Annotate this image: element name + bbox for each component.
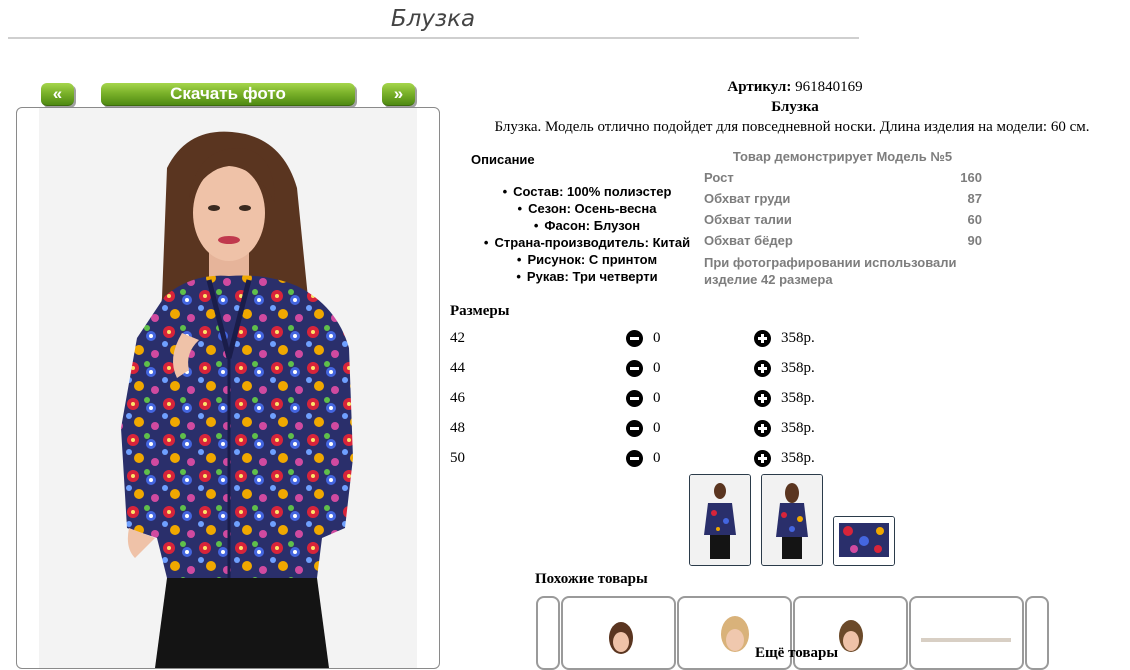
next-photo-button[interactable]: » (382, 83, 415, 106)
similar-products-heading: Похожие товары (535, 571, 648, 587)
thumbnail-image (834, 517, 894, 565)
quantity-value: 0 (653, 420, 661, 436)
plus-icon[interactable] (754, 360, 771, 377)
model-row-value: 160 (960, 170, 982, 185)
plus-icon[interactable] (754, 390, 771, 407)
size-label: 42 (450, 330, 465, 346)
quantity-value: 0 (653, 390, 661, 406)
minus-icon[interactable] (626, 390, 643, 407)
similar-product-image (609, 622, 633, 654)
description-item: Сезон: Осень-весна (462, 200, 712, 217)
model-row-chest: Обхват груди 87 (704, 191, 982, 206)
minus-icon[interactable] (626, 450, 643, 467)
price-value: 358р. (781, 360, 815, 376)
plus-icon[interactable] (754, 420, 771, 437)
size-label: 48 (450, 420, 465, 436)
similar-product-image (921, 638, 1011, 642)
model-heading: Товар демонстрирует Модель №5 (732, 149, 953, 164)
minus-icon[interactable] (626, 330, 643, 347)
plus-icon[interactable] (754, 450, 771, 467)
model-row-label: Обхват бёдер (704, 233, 793, 248)
article-line: Артикул: 961840169 (620, 79, 970, 96)
carousel-prev-edge[interactable] (536, 596, 560, 670)
similar-product-card[interactable] (909, 596, 1024, 670)
model-row-value: 60 (967, 212, 982, 227)
description-list: Состав: 100% полиэстер Сезон: Осень-весн… (462, 183, 712, 285)
description-item: Рисунок: С принтом (462, 251, 712, 268)
download-photo-button[interactable]: Скачать фото (101, 83, 355, 106)
size-label: 50 (450, 450, 465, 466)
price-value: 358р. (781, 330, 815, 346)
photo-thumbnail[interactable] (761, 474, 823, 566)
description-item: Рукав: Три четверти (462, 268, 712, 285)
article-label: Артикул: (727, 79, 792, 95)
thumbnail-image (762, 475, 822, 565)
carousel-next-edge[interactable] (1025, 596, 1049, 670)
model-row-height: Рост 160 (704, 170, 982, 185)
size-row: 50 0 358р. (450, 450, 850, 472)
size-row: 44 0 358р. (450, 360, 850, 382)
model-note: При фотографировании использовали издели… (704, 255, 957, 287)
quantity-value: 0 (653, 450, 661, 466)
plus-icon[interactable] (754, 330, 771, 347)
photo-thumbnail[interactable] (833, 516, 895, 566)
photo-thumbnail[interactable] (689, 474, 751, 566)
size-row: 46 0 358р. (450, 390, 850, 412)
description-item: Страна-производитель: Китай (462, 234, 712, 251)
sizes-heading: Размеры (450, 303, 510, 319)
page-title: Блузка (390, 6, 476, 32)
main-photo[interactable] (16, 107, 440, 669)
price-value: 358р. (781, 420, 815, 436)
similar-product-card[interactable] (561, 596, 676, 670)
price-value: 358р. (781, 390, 815, 406)
product-description: Блузка. Модель отлично подойдет для повс… (494, 119, 1090, 135)
description-item: Фасон: Блузон (462, 217, 712, 234)
model-row-label: Обхват талии (704, 212, 792, 227)
model-row-value: 87 (967, 191, 982, 206)
quantity-value: 0 (653, 330, 661, 346)
description-heading: Описание (471, 152, 535, 167)
model-row-hips: Обхват бёдер 90 (704, 233, 982, 248)
thumbnail-image (690, 475, 750, 565)
minus-icon[interactable] (626, 420, 643, 437)
description-item: Состав: 100% полиэстер (462, 183, 712, 200)
model-row-value: 90 (967, 233, 982, 248)
quantity-value: 0 (653, 360, 661, 376)
minus-icon[interactable] (626, 360, 643, 377)
product-name: Блузка (771, 99, 819, 115)
model-photo-illustration (121, 131, 353, 668)
model-row-waist: Обхват талии 60 (704, 212, 982, 227)
model-row-label: Рост (704, 170, 734, 185)
size-label: 46 (450, 390, 465, 406)
price-value: 358р. (781, 450, 815, 466)
title-divider (8, 37, 859, 39)
size-row: 48 0 358р. (450, 420, 850, 442)
size-row: 42 0 358р. (450, 330, 850, 352)
model-row-label: Обхват груди (704, 191, 791, 206)
size-label: 44 (450, 360, 465, 376)
prev-photo-button[interactable]: « (41, 83, 74, 106)
article-value: 961840169 (795, 79, 863, 95)
